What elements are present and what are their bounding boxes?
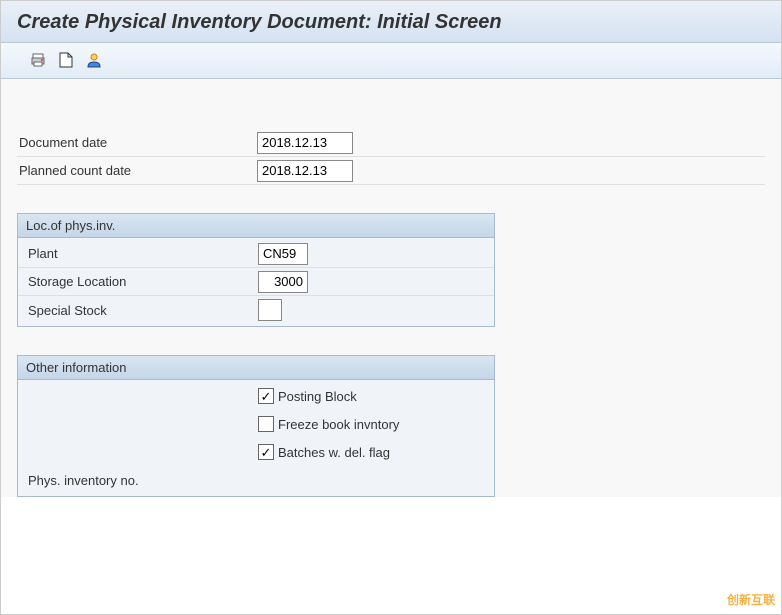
posting-block-row: ✓ Posting Block xyxy=(18,382,494,410)
plant-label: Plant xyxy=(26,246,258,261)
watermark: 创新互联 xyxy=(727,591,775,608)
phys-inventory-no-label: Phys. inventory no. xyxy=(26,473,258,488)
plant-input[interactable] xyxy=(258,243,308,265)
location-group: Loc.of phys.inv. Plant Storage Location … xyxy=(17,213,495,327)
page-title: Create Physical Inventory Document: Init… xyxy=(17,11,765,34)
batches-del-checkbox[interactable]: ✓ xyxy=(258,444,274,460)
document-date-row: Document date xyxy=(17,129,765,157)
storage-location-input[interactable] xyxy=(258,271,308,293)
batches-del-row: ✓ Batches w. del. flag xyxy=(18,438,494,466)
document-date-label: Document date xyxy=(17,135,257,150)
other-info-group: Other information ✓ Posting Block Freeze… xyxy=(17,355,495,497)
toolbar xyxy=(1,43,781,79)
print-icon[interactable] xyxy=(29,51,47,69)
storage-location-label: Storage Location xyxy=(26,274,258,289)
plant-row: Plant xyxy=(18,240,494,268)
planned-count-date-input[interactable] xyxy=(257,160,353,182)
planned-count-date-label: Planned count date xyxy=(17,163,257,178)
location-group-header: Loc.of phys.inv. xyxy=(18,214,494,238)
title-bar: Create Physical Inventory Document: Init… xyxy=(1,1,781,43)
document-date-input[interactable] xyxy=(257,132,353,154)
special-stock-row: Special Stock xyxy=(18,296,494,324)
special-stock-input[interactable] xyxy=(258,299,282,321)
posting-block-label: Posting Block xyxy=(278,389,357,404)
content-area: Document date Planned count date Loc.of … xyxy=(1,79,781,497)
document-icon[interactable] xyxy=(57,51,75,69)
storage-location-row: Storage Location xyxy=(18,268,494,296)
batches-del-label: Batches w. del. flag xyxy=(278,445,390,460)
planned-count-date-row: Planned count date xyxy=(17,157,765,185)
special-stock-label: Special Stock xyxy=(26,303,258,318)
posting-block-checkbox[interactable]: ✓ xyxy=(258,388,274,404)
user-icon[interactable] xyxy=(85,51,103,69)
freeze-book-label: Freeze book invntory xyxy=(278,417,399,432)
freeze-book-row: Freeze book invntory xyxy=(18,410,494,438)
freeze-book-checkbox[interactable] xyxy=(258,416,274,432)
other-info-header: Other information xyxy=(18,356,494,380)
phys-inventory-no-row: Phys. inventory no. xyxy=(18,466,494,494)
